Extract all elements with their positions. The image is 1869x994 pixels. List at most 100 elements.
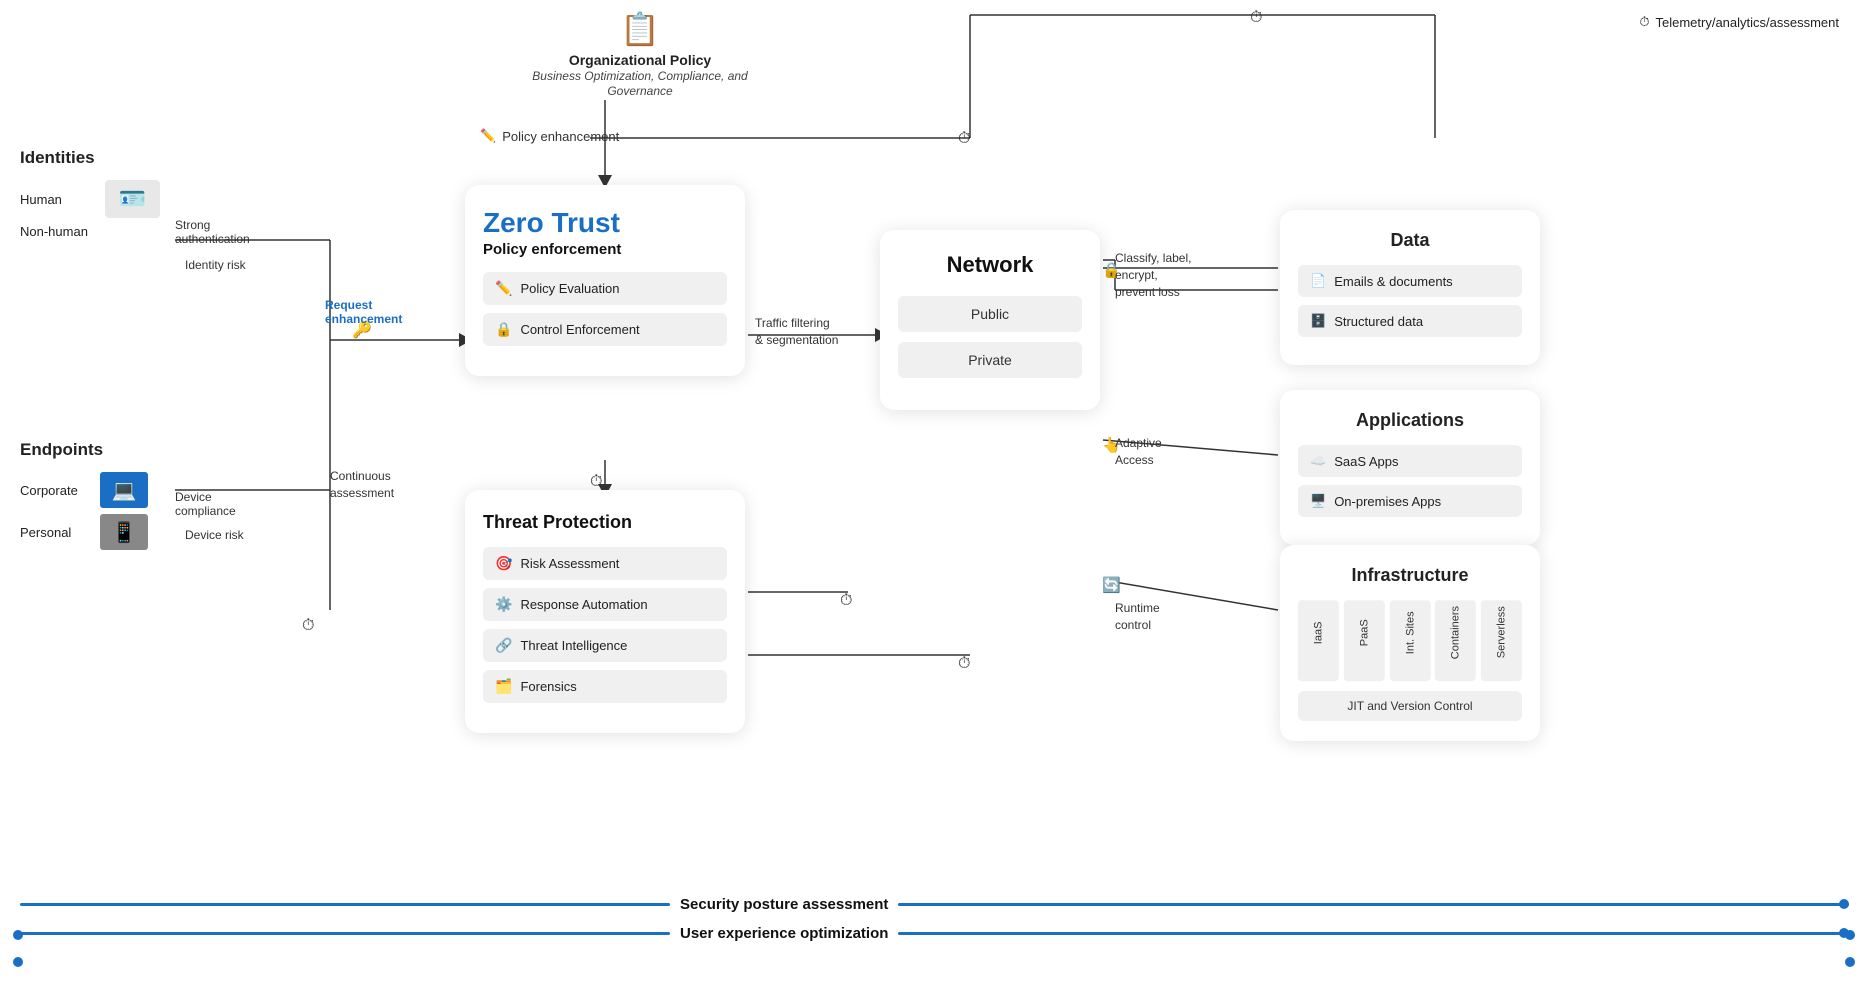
endpoints-title: Endpoints bbox=[20, 440, 148, 460]
device-compliance-label: Device compliance bbox=[175, 490, 236, 518]
svg-text:⏱: ⏱ bbox=[590, 473, 602, 490]
infra-int-sites: Int. Sites bbox=[1390, 600, 1431, 681]
request-enhancement-label: Request enhancement bbox=[325, 298, 402, 326]
ux-bar-right bbox=[898, 932, 1849, 935]
response-icon: ⚙️ bbox=[495, 596, 512, 613]
personal-row: Personal 📱 bbox=[20, 514, 148, 550]
data-title: Data bbox=[1298, 230, 1522, 251]
human-row: Human 🪪 bbox=[20, 180, 160, 218]
pencil-icon: ✏️ bbox=[480, 128, 496, 144]
personal-label: Personal bbox=[20, 525, 90, 540]
structured-data-label: Structured data bbox=[1334, 314, 1423, 329]
svg-text:⏱: ⏱ bbox=[840, 592, 852, 609]
network-private-item: Private bbox=[898, 342, 1082, 378]
network-title: Network bbox=[898, 252, 1082, 278]
corporate-row: Corporate 💻 bbox=[20, 472, 148, 508]
device-risk-label: Device risk bbox=[185, 528, 244, 542]
connector-lines: ⏱ ⏱ ⏱ ⏱ ⏱ 🔑 ⏱ 🔒 👆 🔄 bbox=[0, 0, 1869, 994]
policy-evaluation-item: ✏️ Policy Evaluation bbox=[483, 272, 727, 305]
human-label: Human bbox=[20, 192, 95, 207]
org-policy-box: 📋 Organizational Policy Business Optimiz… bbox=[530, 10, 750, 98]
response-automation-label: Response Automation bbox=[520, 597, 647, 612]
identity-risk-label: Identity risk bbox=[185, 258, 246, 272]
nonhuman-label: Non-human bbox=[20, 224, 95, 239]
threat-intelligence-label: Threat Intelligence bbox=[520, 638, 627, 653]
emails-docs-label: Emails & documents bbox=[1334, 274, 1453, 289]
risk-icon: 🎯 bbox=[495, 555, 512, 572]
infrastructure-box: Infrastructure IaaS PaaS Int. Sites Cont… bbox=[1280, 545, 1540, 741]
policy-enhancement-label: Policy enhancement bbox=[502, 129, 619, 144]
human-icon: 🪪 bbox=[105, 180, 160, 218]
security-posture-label: Security posture assessment bbox=[680, 896, 888, 913]
structured-icon: 🗄️ bbox=[1310, 313, 1326, 329]
control-enforcement-item: 🔒 Control Enforcement bbox=[483, 313, 727, 346]
network-public-item: Public bbox=[898, 296, 1082, 332]
org-policy-subtitle: Business Optimization, Compliance, and G… bbox=[532, 69, 747, 98]
onprem-apps-item: 🖥️ On-premises Apps bbox=[1298, 485, 1522, 517]
structured-data-item: 🗄️ Structured data bbox=[1298, 305, 1522, 337]
network-box: Network Public Private bbox=[880, 230, 1100, 410]
onprem-icon: 🖥️ bbox=[1310, 493, 1326, 509]
identities-section: Identities Human 🪪 Non-human bbox=[20, 148, 160, 245]
runtime-control-label: Runtime control bbox=[1115, 600, 1160, 634]
network-public-label: Public bbox=[971, 306, 1009, 322]
org-policy-title: Organizational Policy bbox=[569, 52, 711, 68]
policy-enforcement-label: Policy enforcement bbox=[483, 241, 727, 258]
forensics-label: Forensics bbox=[520, 679, 576, 694]
saas-icon: ☁️ bbox=[1310, 453, 1326, 469]
svg-text:🔄: 🔄 bbox=[1102, 576, 1121, 594]
jit-version-control: JIT and Version Control bbox=[1298, 691, 1522, 721]
svg-text:⏱: ⏱ bbox=[302, 617, 314, 634]
infra-containers: Containers bbox=[1435, 600, 1476, 681]
infra-columns: IaaS PaaS Int. Sites Containers Serverle… bbox=[1298, 600, 1522, 681]
zero-trust-title: Zero Trust bbox=[483, 207, 727, 239]
security-bar-left bbox=[20, 903, 670, 906]
onprem-apps-label: On-premises Apps bbox=[1334, 494, 1441, 509]
user-experience-label: User experience optimization bbox=[680, 925, 888, 942]
telemetry-label: ⏱ Telemetry/analytics/assessment bbox=[1639, 14, 1839, 30]
infra-iaas: IaaS bbox=[1298, 600, 1339, 681]
strong-auth-label: Strong authentication bbox=[175, 218, 250, 246]
classify-label: Classify, label, encrypt, prevent loss bbox=[1115, 250, 1191, 300]
emails-icon: 📄 bbox=[1310, 273, 1326, 289]
ux-bar-left bbox=[20, 932, 670, 935]
response-automation-item: ⚙️ Response Automation bbox=[483, 588, 727, 621]
personal-icon: 📱 bbox=[100, 514, 148, 550]
control-enforcement-label: Control Enforcement bbox=[520, 322, 639, 337]
svg-text:⏱: ⏱ bbox=[958, 655, 970, 672]
infra-paas: PaaS bbox=[1344, 600, 1385, 681]
infra-serverless: Serverless bbox=[1481, 600, 1522, 681]
user-experience-bar: User experience optimization bbox=[20, 925, 1849, 942]
bottom-bars: Security posture assessment User experie… bbox=[0, 896, 1869, 954]
diagram-container: ⏱ ⏱ ⏱ ⏱ ⏱ 🔑 ⏱ 🔒 👆 🔄 ⏱ Telemetry/analytic… bbox=[0, 0, 1869, 994]
security-bar-dot bbox=[1839, 899, 1849, 909]
corporate-label: Corporate bbox=[20, 483, 90, 498]
threat-protection-box: Threat Protection 🎯 Risk Assessment ⚙️ R… bbox=[465, 490, 745, 733]
policy-enhancement: ✏️ Policy enhancement bbox=[480, 128, 619, 144]
policy-evaluation-label: Policy Evaluation bbox=[520, 281, 619, 296]
risk-assessment-item: 🎯 Risk Assessment bbox=[483, 547, 727, 580]
saas-apps-item: ☁️ SaaS Apps bbox=[1298, 445, 1522, 477]
svg-text:⏱: ⏱ bbox=[958, 130, 970, 147]
security-posture-bar: Security posture assessment bbox=[20, 896, 1849, 913]
forensics-icon: 🗂️ bbox=[495, 678, 512, 695]
threat-intel-icon: 🔗 bbox=[495, 637, 512, 654]
corporate-icon: 💻 bbox=[100, 472, 148, 508]
svg-text:⏱: ⏱ bbox=[1250, 9, 1262, 26]
infra-title: Infrastructure bbox=[1298, 565, 1522, 586]
security-bar-right bbox=[898, 903, 1849, 906]
continuous-assessment-label: Continuous assessment bbox=[330, 468, 394, 502]
policy-eval-icon: ✏️ bbox=[495, 280, 512, 297]
identities-title: Identities bbox=[20, 148, 160, 168]
telemetry-text: Telemetry/analytics/assessment bbox=[1655, 15, 1839, 30]
threat-protection-title: Threat Protection bbox=[483, 512, 727, 533]
ux-bar-dot bbox=[1839, 928, 1849, 938]
control-enforce-icon: 🔒 bbox=[495, 321, 512, 338]
apps-title: Applications bbox=[1298, 410, 1522, 431]
doc-icon: 📋 bbox=[530, 10, 750, 48]
saas-apps-label: SaaS Apps bbox=[1334, 454, 1398, 469]
network-private-label: Private bbox=[968, 352, 1012, 368]
endpoints-section: Endpoints Corporate 💻 Personal 📱 bbox=[20, 440, 148, 556]
nonhuman-row: Non-human bbox=[20, 224, 160, 239]
data-box: Data 📄 Emails & documents 🗄️ Structured … bbox=[1280, 210, 1540, 365]
